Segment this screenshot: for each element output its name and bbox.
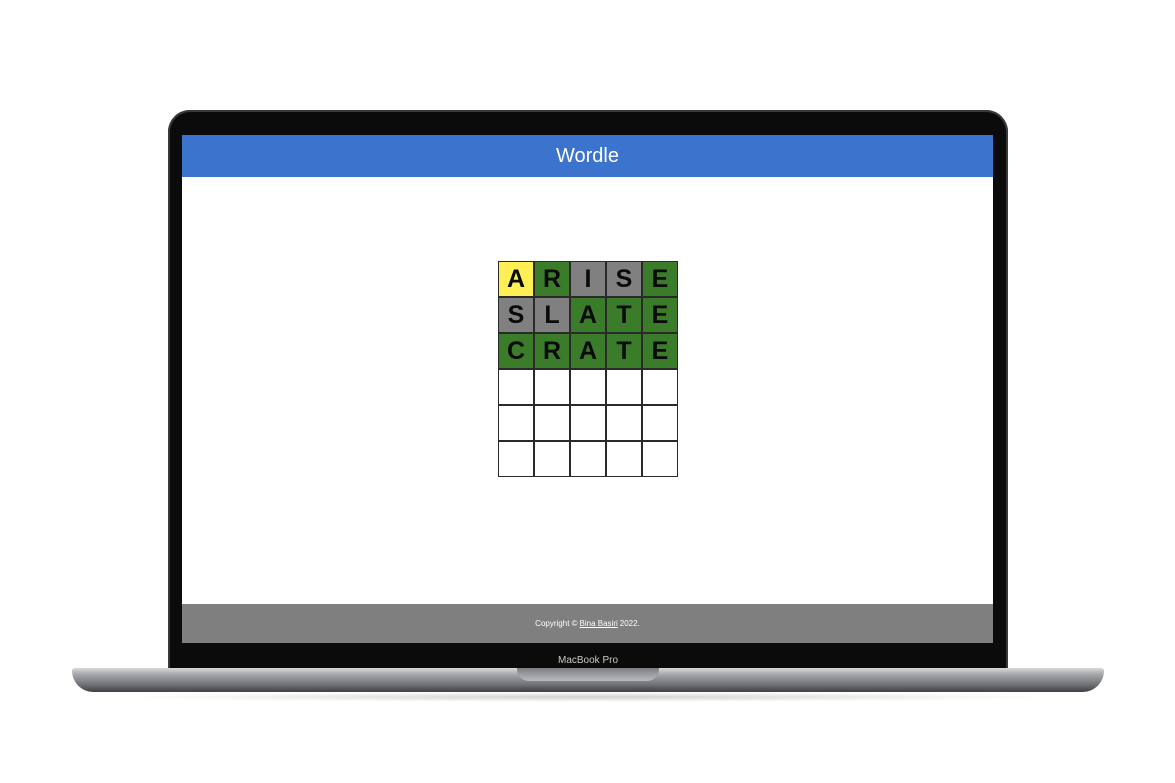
board-tile: E — [642, 333, 678, 369]
board-tile: E — [642, 261, 678, 297]
copyright-prefix: Copyright © — [535, 619, 578, 628]
board-tile — [498, 369, 534, 405]
board-tile: L — [534, 297, 570, 333]
board-tile — [570, 441, 606, 477]
game-board: ARISESLATECRATE — [498, 261, 678, 477]
laptop-screen: Wordle ARISESLATECRATE Copyright © Bina … — [182, 135, 993, 643]
board-tile: A — [570, 297, 606, 333]
laptop-notch — [517, 668, 659, 681]
board-tile — [606, 369, 642, 405]
board-tile — [606, 441, 642, 477]
board-tile — [534, 405, 570, 441]
app-header: Wordle — [182, 135, 993, 177]
board-tile — [498, 441, 534, 477]
app-title: Wordle — [556, 144, 619, 167]
board-tile: E — [642, 297, 678, 333]
board-tile — [642, 441, 678, 477]
board-tile: S — [606, 261, 642, 297]
board-tile — [642, 369, 678, 405]
board-tile: T — [606, 333, 642, 369]
board-tile: T — [606, 297, 642, 333]
board-tile: R — [534, 261, 570, 297]
board-tile — [606, 405, 642, 441]
board-tile: A — [498, 261, 534, 297]
board-tile — [534, 369, 570, 405]
board-tile: I — [570, 261, 606, 297]
laptop-shadow — [120, 692, 1056, 702]
author-link[interactable]: Bina Basiri — [580, 619, 618, 628]
device-label: MacBook Pro — [557, 655, 619, 666]
board-tile — [642, 405, 678, 441]
board-tile — [570, 405, 606, 441]
board-tile: S — [498, 297, 534, 333]
board-tile: R — [534, 333, 570, 369]
app-footer: Copyright © Bina Basiri 2022. — [182, 604, 993, 643]
board-tile: A — [570, 333, 606, 369]
board-tile — [570, 369, 606, 405]
board-tile — [534, 441, 570, 477]
copyright-year: 2022. — [619, 619, 640, 628]
board-tile — [498, 405, 534, 441]
board-tile: C — [498, 333, 534, 369]
